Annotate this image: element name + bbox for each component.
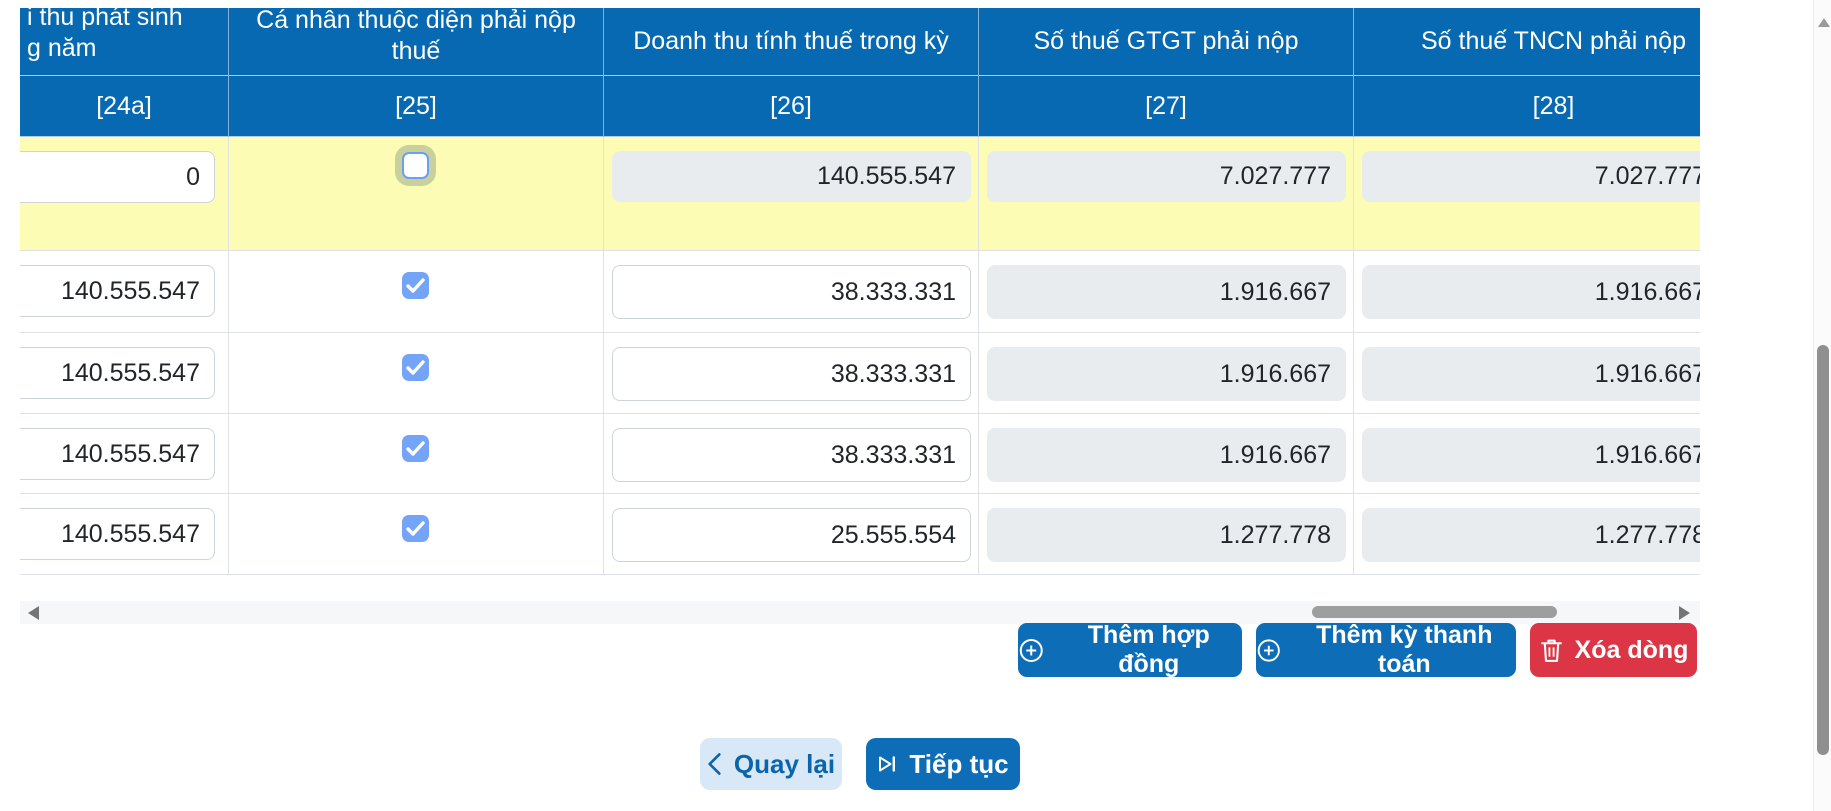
pit-due-input	[1362, 151, 1700, 202]
header-taxable-person: Cá nhân thuộc diện phải nộp thuế	[229, 8, 604, 76]
vertical-scrollbar-thumb[interactable]	[1817, 345, 1829, 755]
taxable-checkbox[interactable]	[402, 435, 429, 462]
contracts-table: i thu phát sinh g năm Cá nhân thuộc diện…	[20, 8, 1700, 575]
scroll-left-arrow-icon[interactable]	[28, 606, 39, 620]
checkmark-icon	[406, 359, 425, 376]
pit-due-input	[1362, 265, 1700, 319]
taxable-revenue-input[interactable]	[612, 428, 971, 482]
skip-forward-icon	[877, 753, 897, 775]
add-contract-button[interactable]: Thêm hợp đồng	[1018, 623, 1242, 677]
revenue-year-input[interactable]	[20, 428, 215, 480]
plus-circle-icon	[1018, 637, 1045, 664]
tax-declaration-page: i thu phát sinh g năm Cá nhân thuộc diện…	[0, 0, 1831, 811]
vat-due-input	[987, 265, 1346, 319]
header-taxable-revenue: Doanh thu tính thuế trong kỳ	[604, 8, 979, 76]
chevron-left-icon	[707, 752, 722, 776]
header-code-24a: [24a]	[20, 76, 229, 137]
header-code-27: [27]	[979, 76, 1354, 137]
taxable-revenue-input[interactable]	[612, 265, 971, 319]
horizontal-scrollbar-thumb[interactable]	[1312, 606, 1557, 618]
add-payment-period-button[interactable]: Thêm kỳ thanh toán	[1256, 623, 1516, 677]
delete-row-button[interactable]: Xóa dòng	[1530, 623, 1697, 677]
table-header-row-titles: i thu phát sinh g năm Cá nhân thuộc diện…	[20, 8, 1700, 76]
revenue-year-input[interactable]	[20, 151, 215, 203]
revenue-year-input[interactable]	[20, 265, 215, 317]
taxable-checkbox[interactable]	[402, 272, 429, 299]
vat-due-input	[987, 151, 1346, 202]
vat-due-input	[987, 428, 1346, 482]
continue-button[interactable]: Tiếp tục	[866, 738, 1020, 790]
header-code-26: [26]	[604, 76, 979, 137]
header-taxable-line1: Cá nhân thuộc diện phải nộp	[256, 8, 576, 36]
header-code-28: [28]	[1354, 76, 1700, 137]
revenue-year-input[interactable]	[20, 508, 215, 560]
checkmark-icon	[406, 277, 425, 294]
checkmark-icon	[406, 520, 425, 537]
table-row	[20, 333, 1700, 414]
header-code-25: [25]	[229, 76, 604, 137]
taxable-checkbox[interactable]	[402, 152, 429, 179]
revenue-year-input[interactable]	[20, 347, 215, 399]
table-header-row-codes: [24a] [25] [26] [27] [28]	[20, 76, 1700, 137]
taxable-revenue-input[interactable]	[612, 347, 971, 401]
header-revenue-year-line1: i thu phát sinh	[27, 8, 183, 33]
scroll-right-arrow-icon[interactable]	[1679, 606, 1690, 620]
pit-due-input	[1362, 508, 1700, 562]
table-row	[20, 137, 1700, 251]
taxable-revenue-input[interactable]	[612, 508, 971, 562]
header-revenue-year: i thu phát sinh g năm	[20, 8, 229, 76]
header-pit-due: Số thuế TNCN phải nộp	[1354, 8, 1700, 76]
header-vat-due: Số thuế GTGT phải nộp	[979, 8, 1354, 76]
vertical-scrollbar[interactable]	[1813, 0, 1831, 811]
pit-due-input	[1362, 428, 1700, 482]
table-row	[20, 251, 1700, 333]
scroll-up-arrow-icon[interactable]	[1818, 18, 1830, 27]
table-row	[20, 494, 1700, 575]
taxable-revenue-input	[612, 151, 971, 202]
table-row	[20, 414, 1700, 494]
pit-due-input	[1362, 347, 1700, 401]
header-revenue-year-line2: g năm	[27, 33, 96, 64]
vat-due-input	[987, 508, 1346, 562]
header-taxable-line2: thuế	[392, 36, 441, 67]
vat-due-input	[987, 347, 1346, 401]
back-button[interactable]: Quay lại	[700, 738, 842, 790]
checkmark-icon	[406, 440, 425, 457]
taxable-checkbox[interactable]	[402, 515, 429, 542]
trash-icon	[1539, 637, 1564, 664]
plus-circle-icon	[1256, 637, 1282, 664]
taxable-checkbox[interactable]	[402, 354, 429, 381]
